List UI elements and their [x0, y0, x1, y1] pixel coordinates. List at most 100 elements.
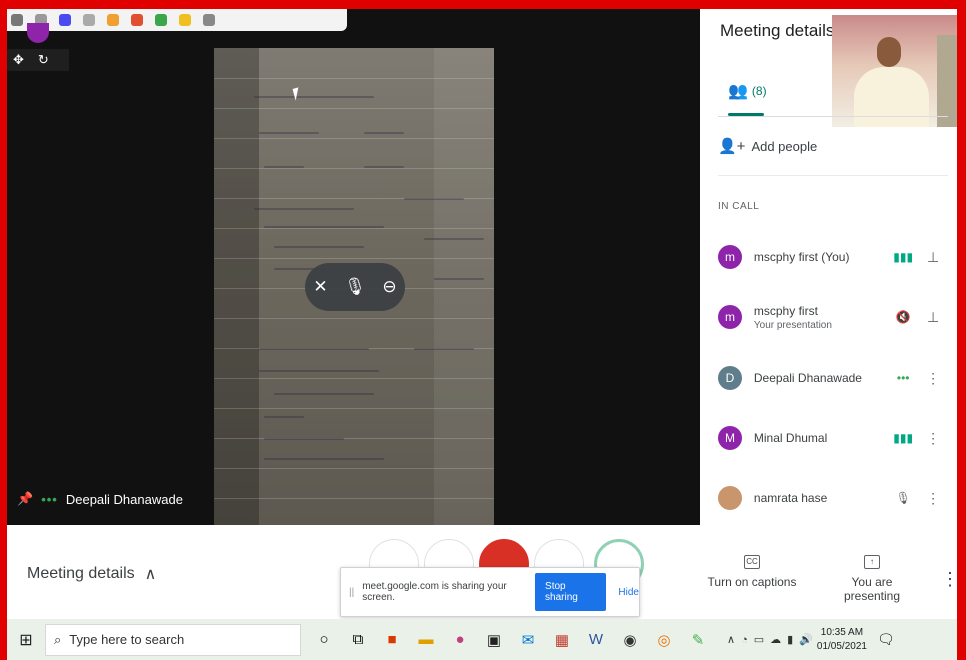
self-video-thumbnail[interactable] [832, 15, 957, 127]
more-options-icon[interactable]: ⋮ [918, 370, 948, 387]
app-icon[interactable]: ✎ [681, 631, 715, 649]
avatar [27, 23, 49, 43]
add-people-label: Add people [751, 138, 818, 154]
avatar: M [718, 426, 742, 450]
participant-row[interactable]: M Minal Dhumal ▮▮▮ ⋮ [718, 418, 948, 458]
people-icon: 👥 [728, 83, 748, 100]
mic-off-icon: 🎙 [895, 491, 911, 505]
audio-dots-icon: ••• [41, 491, 58, 507]
move-icon[interactable]: ✥ [13, 52, 24, 68]
muted-icon: 🔇 [895, 310, 911, 324]
chrome-icon[interactable]: ◎ [647, 631, 681, 649]
notification-icon[interactable]: 🗨 [877, 631, 895, 648]
tab-people[interactable]: 👥 (8) [728, 81, 767, 101]
store-icon[interactable]: ▣ [477, 631, 511, 649]
avatar: D [718, 366, 742, 390]
battery-icon[interactable]: ▭ [754, 633, 764, 646]
windows-start-icon[interactable]: ⊞ [7, 630, 45, 650]
presenter-name: Deepali Dhanawade [65, 491, 183, 507]
search-placeholder: Type here to search [69, 632, 185, 647]
windows-taskbar: ⊞ ⌕ Type here to search ○ ⧉ ■ ▬ ● ▣ ✉ ▦ … [7, 619, 957, 660]
add-people-button[interactable]: 👤+ Add people [718, 137, 817, 155]
drag-handle-icon[interactable]: || [349, 587, 354, 598]
captions-button[interactable]: CC Turn on captions [702, 555, 802, 589]
video-stage: ✥ ↻ ✕ 🎙 ⊖ 📌 ••• Deepali Dhanawade [7, 9, 700, 525]
mail-icon[interactable]: ✉ [511, 631, 545, 649]
avatar: m [718, 305, 742, 329]
participant-name: mscphy first (You) [753, 250, 850, 264]
pin-icon[interactable]: 📌 [17, 491, 33, 507]
screen-share-notification: || meet.google.com is sharing your scree… [340, 567, 640, 617]
participant-name: namrata hase [753, 491, 828, 505]
presenting-label: You are presenting [843, 575, 901, 603]
meeting-details-label: Meeting details [27, 565, 135, 582]
present-screen-icon: ↑ [864, 555, 880, 569]
presenting-button[interactable]: ↑ You are presenting [822, 555, 922, 603]
clock-time: 10:35 AM [820, 626, 864, 638]
share-notice-text: meet.google.com is sharing your screen. [362, 581, 507, 603]
system-tray: ∧ ◔ ▭ ☁ ▮ 🔊 [727, 633, 813, 647]
participant-name: Minal Dhumal [753, 431, 828, 445]
panel-title: Meeting details [720, 21, 835, 40]
powerpoint-icon[interactable]: ■ [375, 631, 409, 648]
taskbar-search-box[interactable]: ⌕ Type here to search [45, 623, 301, 656]
app-icon[interactable]: ◉ [613, 631, 647, 649]
word-icon[interactable]: W [579, 631, 613, 648]
extension-icon[interactable] [131, 14, 143, 26]
hide-button[interactable]: Hide [618, 587, 639, 598]
extension-icon[interactable] [155, 14, 167, 26]
captions-icon: CC [744, 555, 760, 569]
participant-row[interactable]: namrata hase 🎙 ⋮ [718, 478, 948, 518]
participant-row[interactable]: D Deepali Dhanawade ••• ⋮ [718, 358, 948, 398]
mic-icon[interactable]: 🎙 [344, 277, 366, 297]
avatar: m [718, 245, 742, 269]
app-icon[interactable]: ● [443, 631, 477, 648]
more-options-icon[interactable]: ⋮ [918, 490, 948, 507]
more-options-icon[interactable]: ⋮ [941, 569, 957, 590]
cortana-icon[interactable]: ○ [307, 631, 341, 648]
speaking-icon: ▮▮▮ [893, 431, 914, 445]
extension-icon[interactable] [59, 14, 71, 26]
presenter-name-tag: 📌 ••• Deepali Dhanawade [17, 491, 183, 507]
extension-icon[interactable] [179, 14, 191, 26]
divider [718, 175, 948, 176]
pin-icon[interactable]: ⊥ [918, 249, 948, 266]
network-icon[interactable]: ◔ [741, 634, 748, 646]
meeting-details-panel: Meeting details 👥 (8) 👤+ Add people IN C… [700, 9, 957, 525]
mini-controls: ✥ ↻ [7, 49, 69, 71]
meeting-details-button[interactable]: Meeting details ∧ [27, 564, 156, 584]
participant-row[interactable]: m mscphy first Your presentation 🔇 ⊥ [718, 297, 948, 337]
remove-icon[interactable]: ⊖ [382, 277, 396, 297]
avatar [718, 486, 742, 510]
pin-off-icon[interactable]: ✕ [313, 277, 327, 297]
divider [718, 116, 948, 117]
extension-icon[interactable] [107, 14, 119, 26]
participant-row[interactable]: m mscphy first (You) ▮▮▮ ⊥ [718, 237, 948, 277]
taskbar-clock[interactable]: 10:35 AM 01/05/2021 [817, 626, 867, 654]
meet-window: ✥ ↻ ✕ 🎙 ⊖ 📌 ••• Deepali Dhanawade Meetin… [7, 9, 957, 660]
participant-name: Deepali Dhanawade [753, 371, 862, 385]
chevron-up-icon[interactable]: ∧ [727, 633, 735, 646]
file-explorer-icon[interactable]: ▬ [409, 631, 443, 648]
pin-icon[interactable]: ⊥ [918, 309, 948, 326]
task-view-icon[interactable]: ⧉ [341, 631, 375, 648]
meeting-controls-bar: Meeting details ∧ || meet.google.com is … [7, 525, 957, 619]
app-icon[interactable]: ▦ [545, 631, 579, 649]
extension-icon[interactable] [83, 14, 95, 26]
stop-sharing-button[interactable]: Stop sharing [535, 573, 607, 611]
volume-icon[interactable]: 🔊 [799, 633, 813, 646]
section-label: IN CALL [718, 201, 760, 212]
captions-label: Turn on captions [707, 575, 797, 589]
speaking-icon: ▮▮▮ [893, 250, 914, 264]
browser-extension-toolbar [7, 9, 347, 31]
participant-subtitle: Your presentation [753, 319, 832, 331]
mic-icon[interactable]: ▮ [787, 633, 793, 646]
cloud-icon[interactable]: ☁ [770, 633, 781, 646]
chevron-up-icon: ∧ [144, 566, 157, 583]
extension-icon[interactable] [203, 14, 215, 26]
audio-dots-icon: ••• [896, 371, 910, 385]
refresh-icon[interactable]: ↻ [38, 52, 49, 68]
participant-name: mscphy first [753, 303, 818, 318]
more-options-icon[interactable]: ⋮ [918, 430, 948, 447]
extension-icon[interactable] [11, 14, 23, 26]
